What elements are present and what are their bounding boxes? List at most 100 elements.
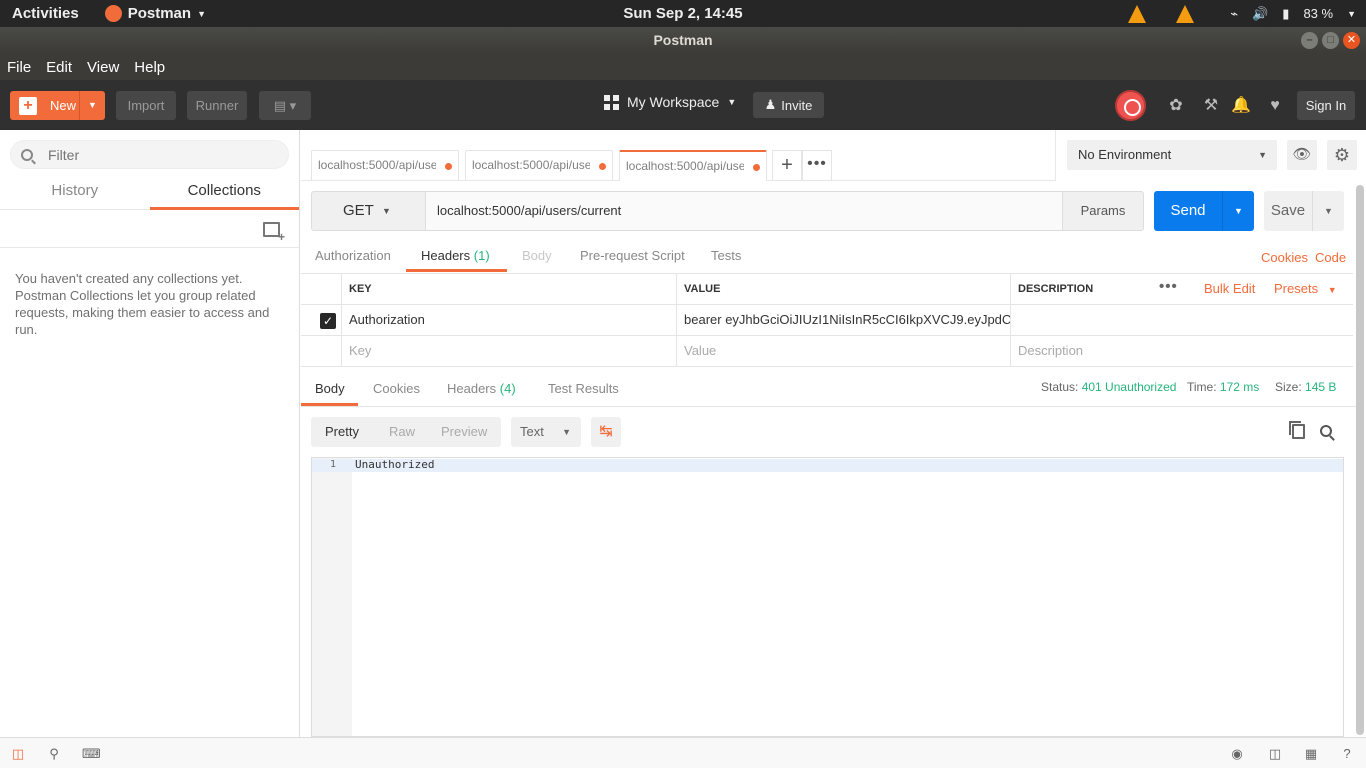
menu-file[interactable]: File: [7, 59, 31, 76]
send-dropdown-caret-icon[interactable]: ▼: [1222, 191, 1254, 231]
new-value-input[interactable]: Value: [676, 336, 1010, 366]
battery-icon[interactable]: ▮: [1282, 6, 1289, 22]
minimize-icon[interactable]: –: [1301, 32, 1318, 49]
console-icon[interactable]: ⌨: [82, 746, 101, 761]
header-enabled-checkbox[interactable]: ✓: [320, 313, 336, 329]
request-tab[interactable]: localhost:5000/api/users/current: [465, 150, 613, 181]
size-value[interactable]: 145 B: [1305, 380, 1336, 394]
method-value: GET: [343, 202, 374, 219]
wrap-lines-icon[interactable]: ↹: [591, 417, 621, 447]
tab-history[interactable]: History: [0, 180, 150, 209]
heart-icon[interactable]: ♥: [1265, 96, 1285, 116]
language-value: Text: [520, 424, 544, 439]
new-dropdown-caret-icon[interactable]: ▼: [79, 91, 105, 120]
volume-icon[interactable]: 🔊: [1252, 6, 1268, 22]
response-tab-body[interactable]: Body: [315, 381, 345, 396]
tab-collections[interactable]: Collections: [149, 180, 299, 210]
find-icon[interactable]: ⚲: [46, 746, 62, 761]
menu-help[interactable]: Help: [134, 59, 165, 76]
cookies-link[interactable]: Cookies: [1261, 250, 1308, 265]
copy-icon[interactable]: [1289, 421, 1305, 439]
new-collection-icon[interactable]: [263, 222, 285, 244]
menu-edit[interactable]: Edit: [46, 59, 72, 76]
header-key-cell[interactable]: Authorization: [341, 305, 676, 335]
presets-label: Presets: [1274, 281, 1319, 296]
environment-select[interactable]: No Environment ▼: [1067, 140, 1277, 170]
import-button[interactable]: Import: [116, 91, 176, 120]
tab-prerequest-script[interactable]: Pre-request Script: [580, 248, 685, 263]
sync-status-icon[interactable]: [1115, 90, 1146, 121]
empty-collections-message: You haven't created any collections yet.…: [15, 271, 270, 337]
response-body-editor[interactable]: 1 Unauthorized: [311, 457, 1344, 737]
invite-button[interactable]: ♟ Invite: [753, 92, 824, 118]
app-menu-label: Postman: [127, 5, 192, 22]
workspace-grid-icon: [604, 94, 619, 110]
tab-body[interactable]: Body: [522, 248, 552, 263]
satellite-icon[interactable]: ✿: [1166, 96, 1186, 116]
runner-button[interactable]: Runner: [187, 91, 247, 120]
caret-down-icon: ▼: [562, 427, 571, 437]
wifi-icon[interactable]: ⌁: [1230, 6, 1238, 22]
send-button[interactable]: Send ▼: [1154, 191, 1254, 231]
keyboard-shortcuts-icon[interactable]: ▦: [1303, 746, 1319, 761]
presets-dropdown[interactable]: Presets ▼: [1274, 274, 1337, 304]
format-preview[interactable]: Preview: [441, 417, 487, 447]
workspace-switcher[interactable]: My Workspace ▼: [604, 94, 736, 110]
sign-in-button[interactable]: Sign In: [1297, 91, 1355, 120]
maximize-icon[interactable]: □: [1322, 32, 1339, 49]
response-tabs: Body Cookies Headers (4) Test Results St…: [301, 373, 1356, 407]
close-icon[interactable]: ✕: [1343, 32, 1360, 49]
response-tab-headers[interactable]: Headers (4): [447, 381, 516, 396]
search-icon[interactable]: [1320, 425, 1332, 437]
vertical-scrollbar[interactable]: [1356, 185, 1364, 735]
app-menu[interactable]: Postman ▼: [104, 5, 206, 22]
bulk-edit-link[interactable]: Bulk Edit: [1204, 274, 1255, 304]
active-tab-indicator: [406, 269, 507, 272]
tab-tests[interactable]: Tests: [711, 248, 741, 263]
params-button[interactable]: Params: [1062, 191, 1144, 231]
menu-view[interactable]: View: [87, 59, 119, 76]
header-description-cell[interactable]: [1010, 305, 1353, 335]
eye-icon[interactable]: 👁: [1287, 140, 1317, 170]
new-button[interactable]: + New ▼: [10, 91, 105, 120]
code-link[interactable]: Code: [1315, 250, 1346, 265]
format-pretty[interactable]: Pretty: [325, 417, 359, 447]
status-value[interactable]: 401 Unauthorized: [1082, 380, 1177, 394]
new-key-input[interactable]: Key: [341, 336, 676, 366]
filter-input[interactable]: [48, 146, 278, 163]
tab-headers[interactable]: Headers (1): [421, 248, 490, 263]
two-pane-view-icon[interactable]: ◫: [1267, 746, 1283, 761]
new-window-button[interactable]: ▤ ▾: [259, 91, 311, 120]
gear-icon[interactable]: ⚙: [1327, 140, 1357, 170]
wrench-icon[interactable]: ⚒: [1201, 96, 1221, 116]
vlc-icon-2[interactable]: [1176, 4, 1195, 23]
column-header-value: VALUE: [676, 274, 1010, 304]
language-select[interactable]: Text ▼: [511, 417, 581, 447]
toggle-sidebar-icon[interactable]: ◫: [10, 746, 26, 761]
url-input[interactable]: localhost:5000/api/users/current: [426, 191, 1063, 231]
save-dropdown-caret-icon[interactable]: ▼: [1312, 191, 1344, 231]
help-icon[interactable]: ?: [1339, 746, 1355, 761]
format-raw[interactable]: Raw: [389, 417, 415, 447]
bell-icon[interactable]: 🔔: [1231, 96, 1251, 116]
new-description-input[interactable]: Description: [1010, 336, 1353, 366]
bootcamp-lightbulb-icon[interactable]: ◉: [1229, 746, 1245, 761]
save-button[interactable]: Save ▼: [1264, 191, 1344, 231]
add-tab-button[interactable]: +: [772, 150, 802, 181]
tab-authorization[interactable]: Authorization: [315, 248, 391, 263]
time-label: Time:: [1187, 380, 1217, 394]
response-tab-test-results[interactable]: Test Results: [548, 381, 619, 396]
header-value-cell[interactable]: bearer eyJhbGciOiJIUzI1NiIsInR5cCI6IkpXV…: [676, 305, 1010, 335]
request-tab[interactable]: localhost:5000/api/users/current: [311, 150, 459, 181]
caret-down-icon[interactable]: ▼: [1347, 9, 1356, 19]
vlc-icon[interactable]: [1128, 4, 1147, 23]
more-tabs-icon[interactable]: •••: [802, 150, 832, 181]
activities-button[interactable]: Activities: [12, 5, 79, 22]
more-options-icon[interactable]: •••: [1159, 274, 1178, 300]
method-select[interactable]: GET ▼: [311, 191, 426, 231]
response-line[interactable]: Unauthorized: [355, 458, 434, 472]
time-value[interactable]: 172 ms: [1220, 380, 1259, 394]
response-tab-cookies[interactable]: Cookies: [373, 381, 420, 396]
filter-box[interactable]: [10, 140, 289, 169]
request-tab-active[interactable]: localhost:5000/api/users/current: [619, 150, 767, 181]
